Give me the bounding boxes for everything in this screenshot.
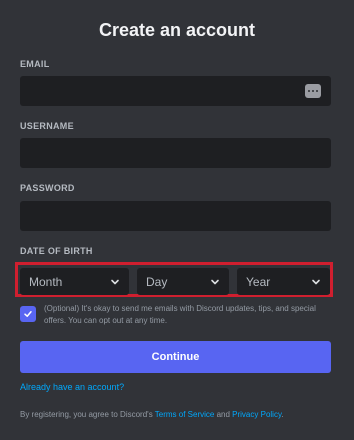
legal-suffix: . [281,410,284,419]
password-label: PASSWORD [20,183,75,193]
month-placeholder: Month [29,274,63,289]
terms-link[interactable]: Terms of Service [155,410,215,419]
dob-label: DATE OF BIRTH [20,246,93,256]
email-label: EMAIL [20,59,50,69]
legal-and: and [214,410,233,419]
year-placeholder: Year [246,274,271,289]
checkmark-icon [24,311,32,317]
month-select[interactable]: Month [20,268,129,295]
legal-prefix: By registering, you agree to Discord's [20,410,155,419]
day-placeholder: Day [146,274,168,289]
signup-card: Create an account EMAIL USERNAME PASSWOR… [0,0,354,440]
continue-button[interactable]: Continue [20,341,331,373]
dob-highlight: Month Day Year [15,262,333,297]
optin-text: (Optional) It's okay to send me emails w… [44,304,316,325]
username-field[interactable] [20,138,331,168]
password-input[interactable] [20,201,331,231]
legal-notice: By registering, you agree to Discord's T… [20,410,340,419]
email-field[interactable] [20,76,331,106]
privacy-link[interactable]: Privacy Policy [232,410,281,419]
login-link[interactable]: Already have an account? [20,382,124,392]
username-input[interactable] [20,138,331,168]
chevron-down-icon [111,279,119,284]
chevron-down-icon [312,279,320,284]
chevron-down-icon [211,279,219,284]
keyboard-dots-icon[interactable] [305,84,321,98]
email-input[interactable] [20,76,331,106]
year-select[interactable]: Year [237,268,330,295]
username-label: USERNAME [20,121,74,131]
password-field[interactable] [20,201,331,231]
page-title: Create an account [98,20,256,40]
day-select[interactable]: Day [137,268,229,295]
optin-checkbox[interactable] [20,306,36,322]
